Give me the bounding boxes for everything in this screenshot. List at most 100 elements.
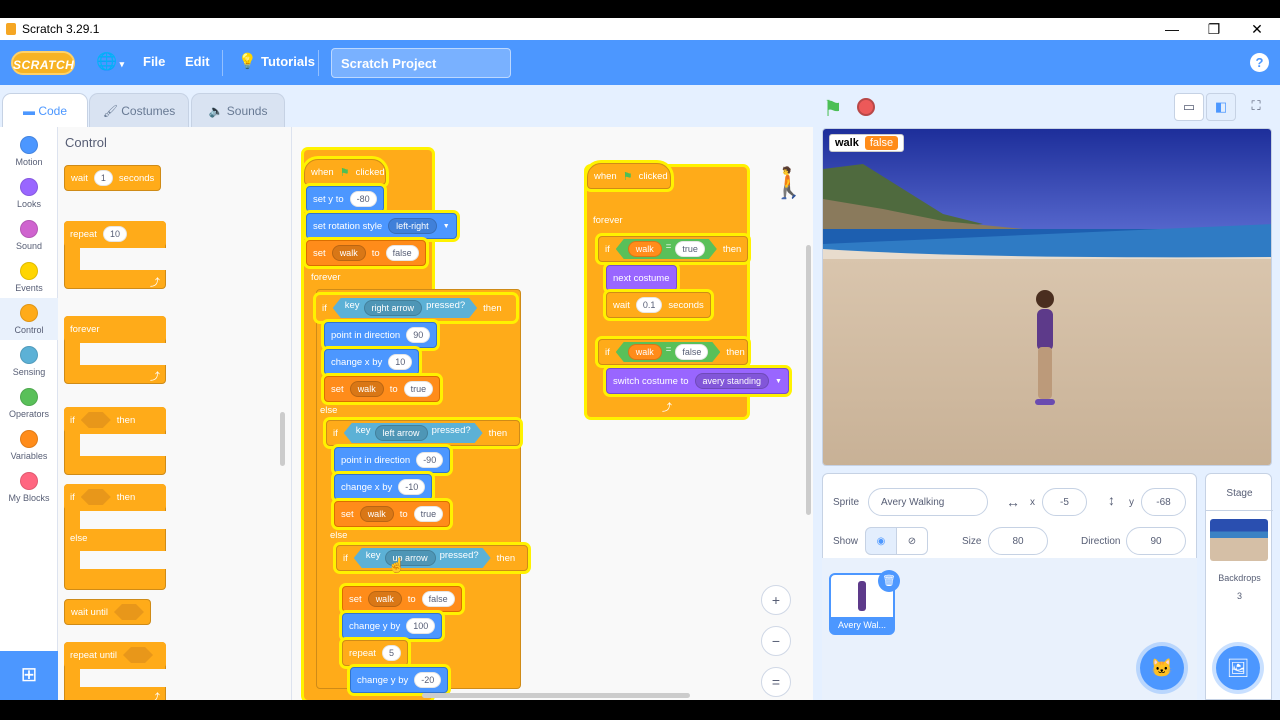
palette-scrollbar[interactable] [280,412,285,466]
empty-condition[interactable] [123,647,153,663]
block-input[interactable]: false [421,591,455,607]
zoom-reset-button[interactable]: = [761,667,791,697]
variable-reporter[interactable]: walk [628,344,662,360]
block-if-else[interactable]: if then [64,484,166,510]
code-horizontal-scrollbar[interactable] [422,693,690,698]
block-input[interactable]: false [385,245,419,261]
direction-input[interactable]: 90 [1126,527,1186,555]
empty-condition[interactable] [81,412,111,428]
close-button[interactable]: ✕ [1235,18,1279,40]
block-set-y[interactable]: set y to -80 [306,186,384,212]
block-dropdown[interactable]: avery standing [694,373,770,389]
block-input[interactable]: 100 [406,618,436,634]
block-change-x[interactable]: change x by -10 [334,474,433,500]
block-input[interactable]: 10 [102,226,127,242]
help-icon[interactable]: ? [1250,53,1269,72]
block-dropdown[interactable]: left-right [388,218,437,234]
block-wait-until[interactable]: wait until [64,599,151,625]
block-next-costume[interactable]: next costume [606,265,677,291]
block-set-walk[interactable]: set walk to false [306,240,426,266]
empty-condition[interactable] [114,604,144,620]
category-control[interactable]: Control [0,298,58,340]
block-change-y[interactable]: change y by -20 [350,667,449,693]
block-switch-costume[interactable]: switch costume to avery standing ▼ [606,368,789,394]
file-menu[interactable]: File [143,54,165,69]
block-if-then[interactable]: if then [64,407,166,433]
block-input[interactable]: 0.1 [635,297,663,313]
y-input[interactable]: -68 [1141,488,1186,516]
tab-code[interactable]: ▬ Code [2,93,88,129]
x-input[interactable]: -5 [1042,488,1087,516]
block-dropdown[interactable]: right arrow [364,300,423,316]
show-hidden-button[interactable]: ⊘ [896,527,928,555]
backdrop-thumbnail[interactable] [1210,519,1268,561]
project-title-input[interactable]: Scratch Project [331,48,511,78]
block-input[interactable]: true [675,241,705,257]
block-input[interactable]: true [403,381,434,397]
zoom-in-button[interactable]: + [761,585,791,615]
block-wait[interactable]: wait 1 seconds [64,165,162,191]
block-repeat-until[interactable]: repeat until [64,642,166,668]
block-rotation-style[interactable]: set rotation style left-right ▼ [306,213,457,239]
tab-costumes[interactable]: 🖌 Costumes [89,93,189,128]
category-sound[interactable]: Sound [0,214,58,256]
block-if-right-arrow[interactable]: if key right arrow pressed? then [316,295,516,321]
code-area[interactable]: when ⚑ clicked set y to -80 set rotation st… [292,127,813,700]
key-pressed-condition[interactable]: key up arrow pressed? [354,548,491,568]
tab-sounds[interactable]: 🔈 Sounds [191,93,285,128]
block-input[interactable]: -90 [416,452,444,468]
fullscreen-button[interactable]: ⛶ [1241,93,1271,121]
block-change-x[interactable]: change x by 10 [324,349,420,375]
block-input[interactable]: 1 [93,170,113,186]
variable-monitor[interactable]: walk false [829,134,905,152]
block-dropdown[interactable]: walk [367,591,402,607]
block-dropdown[interactable]: left arrow [375,425,428,441]
block-input[interactable]: 5 [381,645,401,661]
choose-sprite-button[interactable]: 🐱 [1140,646,1184,690]
block-input[interactable]: -80 [349,191,377,207]
green-flag-button[interactable]: ⚑ [823,96,843,122]
category-variables[interactable]: Variables [0,424,58,466]
block-repeat[interactable]: repeat 10 [64,221,166,247]
choose-backdrop-button[interactable]: 🖼 [1216,646,1260,690]
block-when-flag-clicked[interactable]: when ⚑ clicked [304,159,386,185]
normal-stage-button[interactable]: ◧ [1206,93,1236,121]
block-input[interactable]: 10 [388,354,413,370]
block-input[interactable]: -10 [398,479,426,495]
block-forever[interactable]: forever [64,316,166,342]
key-pressed-condition[interactable]: key left arrow pressed? [344,423,483,443]
minimize-button[interactable]: — [1150,18,1194,40]
category-operators[interactable]: Operators [0,382,58,424]
block-when-flag-clicked[interactable]: when ⚑ clicked [587,163,671,189]
code-vertical-scrollbar[interactable] [806,245,811,515]
equals-condition[interactable]: walk = true [616,239,717,259]
scratch-logo[interactable]: SCRATCH [11,51,75,75]
block-set-walk[interactable]: set walk to false [342,586,462,612]
small-stage-button[interactable]: ▭ [1174,93,1204,121]
block-palette[interactable]: Control wait 1 seconds repeat 10 ⤴ forever … [58,127,292,700]
block-input[interactable]: true [413,506,444,522]
lightbulb-icon[interactable]: 💡 [238,52,257,70]
block-dropdown[interactable]: walk [331,245,366,261]
size-input[interactable]: 80 [988,527,1048,555]
tutorials-menu[interactable]: Tutorials [261,54,315,69]
block-dropdown[interactable]: walk [349,381,384,397]
block-repeat[interactable]: repeat 5 [342,640,408,666]
variable-reporter[interactable]: walk [628,241,662,257]
block-forever-label[interactable]: forever [311,272,341,283]
block-input[interactable]: false [675,344,708,360]
block-input[interactable]: -20 [414,672,442,688]
sprite-name-input[interactable]: Avery Walking [868,488,988,516]
block-set-walk[interactable]: set walk to true [324,376,441,402]
block-change-y[interactable]: change y by 100 [342,613,443,639]
category-events[interactable]: Events [0,256,58,298]
maximize-button[interactable]: ❐ [1192,18,1236,40]
block-if-walk-true[interactable]: if walk = true then [598,236,748,262]
block-set-walk[interactable]: set walk to true [334,501,451,527]
block-wait[interactable]: wait 0.1 seconds [606,292,711,318]
zoom-out-button[interactable]: − [761,626,791,656]
block-forever-label[interactable]: forever [593,215,623,226]
add-extension-button[interactable]: ⊞ [0,651,58,700]
empty-condition[interactable] [81,489,111,505]
block-point-direction[interactable]: point in direction -90 [334,447,451,473]
